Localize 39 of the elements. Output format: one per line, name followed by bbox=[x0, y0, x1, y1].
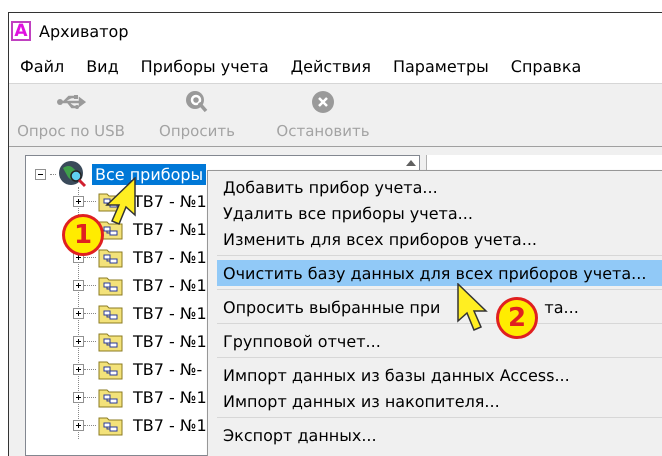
expand-toggle[interactable] bbox=[73, 308, 84, 318]
expand-toggle[interactable] bbox=[73, 420, 84, 430]
menu-item[interactable]: Добавить прибор учета... bbox=[217, 174, 662, 200]
window-title: Архиватор bbox=[39, 22, 128, 40]
tree-item[interactable]: ТВ7 - №- bbox=[130, 358, 206, 380]
menu-bar-item[interactable]: Файл bbox=[9, 54, 76, 78]
tree-item[interactable]: Все приборы bbox=[92, 164, 206, 184]
tree-item[interactable]: ТВ7 - №1 bbox=[130, 414, 210, 436]
menu-item[interactable]: Удалить все приборы учета... bbox=[217, 200, 662, 226]
expand-toggle[interactable] bbox=[73, 280, 84, 290]
menu-item[interactable]: Импорт данных из накопителя... bbox=[217, 388, 662, 414]
expand-toggle[interactable] bbox=[35, 168, 46, 180]
search-icon bbox=[185, 90, 209, 114]
expand-toggle[interactable] bbox=[73, 336, 84, 346]
tree-item[interactable]: ТВ7 - №1 bbox=[130, 274, 210, 296]
expand-toggle[interactable] bbox=[73, 364, 84, 374]
tree-item[interactable]: ТВ7 - №1 bbox=[130, 330, 210, 352]
tree-item[interactable]: ТВ7 - №1 bbox=[130, 386, 210, 408]
tree-item[interactable]: ТВ7 - №1 bbox=[130, 246, 210, 268]
expand-toggle[interactable] bbox=[73, 392, 84, 402]
menu-item[interactable]: Экспорт данных... bbox=[217, 422, 662, 448]
menu-item[interactable]: Очистить базу данных для всех приборов учета... bbox=[217, 260, 662, 286]
menu-bar-item[interactable]: Вид bbox=[75, 54, 130, 78]
usb-icon bbox=[56, 95, 86, 109]
menu-bar-item[interactable]: Справка bbox=[500, 54, 592, 78]
menu-item[interactable]: Импорт данных из базы данных Access... bbox=[217, 362, 662, 388]
menu-bar-item[interactable]: Приборы учета bbox=[130, 54, 280, 78]
tree-item[interactable]: ТВ7 - №1 bbox=[130, 218, 210, 240]
globe-icon bbox=[58, 160, 88, 188]
menu-item[interactable]: Изменить для всех приборов учета... bbox=[217, 226, 662, 252]
expand-toggle[interactable] bbox=[73, 196, 84, 206]
scroll-up-icon[interactable] bbox=[406, 160, 416, 166]
tree-item[interactable]: ТВ7 - №1 bbox=[130, 302, 210, 324]
app-icon: A bbox=[11, 21, 31, 41]
menu-item[interactable]: Опросить выбранные при bbox=[217, 294, 440, 320]
menu-bar-item[interactable]: Параметры bbox=[382, 54, 500, 78]
menu-item-fragment: та... bbox=[544, 298, 579, 316]
stop-icon bbox=[311, 90, 335, 114]
menu-bar-item[interactable]: Действия bbox=[280, 54, 382, 78]
